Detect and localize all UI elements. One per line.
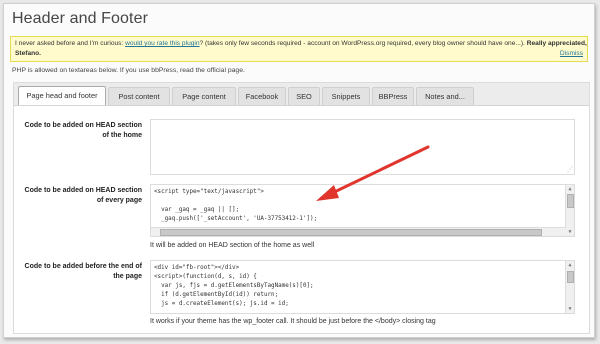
every-head-label: Code to be added on HEAD section of ever… bbox=[24, 187, 142, 204]
body-end-hint: It works if your theme has the wp_footer… bbox=[150, 318, 436, 325]
tab-snippets[interactable]: Snippets bbox=[322, 87, 370, 105]
home-head-label: Code to be added on HEAD section of the … bbox=[24, 122, 142, 139]
scroll-down-icon[interactable]: ▼ bbox=[566, 228, 574, 236]
body-end-textarea[interactable]: <div id="fb-root"></div> <script>(functi… bbox=[150, 260, 575, 314]
body-end-label: Code to be added before the end of the p… bbox=[24, 263, 142, 280]
every-head-hint: It will be added on HEAD section of the … bbox=[150, 242, 315, 249]
scroll-thumb[interactable] bbox=[567, 194, 574, 208]
notice-line: I never asked before and I'm curious: wo… bbox=[15, 39, 587, 49]
notice-text-suffix: ? (takes only few seconds required - acc… bbox=[199, 40, 527, 47]
every-head-code: <script type="text/javascript"> var _gaq… bbox=[154, 189, 318, 222]
tab-bar: Page head and footer Post content Page c… bbox=[14, 83, 589, 106]
vertical-scrollbar[interactable]: ▲ ▼ bbox=[565, 261, 574, 313]
resize-grip-icon[interactable]: ⋰ bbox=[567, 167, 573, 173]
admin-window: Header and Footer I never asked before a… bbox=[3, 3, 595, 338]
hscroll-thumb[interactable] bbox=[160, 229, 542, 236]
body-end-code: <div id="fb-root"></div> <script>(functi… bbox=[154, 265, 314, 307]
rate-plugin-link[interactable]: would you rate this plugin bbox=[125, 40, 199, 47]
home-head-textarea[interactable]: ⋰ bbox=[150, 119, 575, 175]
scroll-thumb[interactable] bbox=[567, 271, 574, 283]
tab-seo[interactable]: SEO bbox=[288, 87, 320, 105]
dismiss-link[interactable]: Dismiss bbox=[560, 49, 583, 59]
vertical-scrollbar[interactable]: ▲ ▼ bbox=[565, 185, 574, 236]
intro-text: PHP is allowed on textareas below. If yo… bbox=[12, 67, 245, 74]
scroll-down-icon[interactable]: ▼ bbox=[566, 305, 574, 313]
tab-post-content[interactable]: Post content bbox=[108, 87, 170, 105]
signature-text: Stefano. bbox=[15, 50, 42, 57]
rating-notice: I never asked before and I'm curious: wo… bbox=[10, 36, 588, 62]
every-head-textarea[interactable]: <script type="text/javascript"> var _gaq… bbox=[150, 184, 575, 237]
tab-facebook[interactable]: Facebook bbox=[238, 87, 286, 105]
page-title: Header and Footer bbox=[12, 10, 149, 27]
scroll-up-icon[interactable]: ▲ bbox=[566, 185, 574, 193]
scroll-up-icon[interactable]: ▲ bbox=[566, 261, 574, 269]
notice-text: I never asked before and I'm curious: bbox=[15, 40, 126, 47]
settings-panel: Page head and footer Post content Page c… bbox=[13, 82, 590, 334]
tab-notes[interactable]: Notes and... bbox=[416, 87, 474, 105]
tab-bbpress[interactable]: BBPress bbox=[372, 87, 414, 105]
tab-page-content[interactable]: Page content bbox=[172, 87, 236, 105]
notice-signature: Stefano. bbox=[15, 49, 41, 59]
tab-page-head-and-footer[interactable]: Page head and footer bbox=[18, 86, 106, 105]
horizontal-scrollbar[interactable] bbox=[151, 227, 566, 236]
notice-thanks: Really appreciated, bbox=[526, 40, 587, 47]
